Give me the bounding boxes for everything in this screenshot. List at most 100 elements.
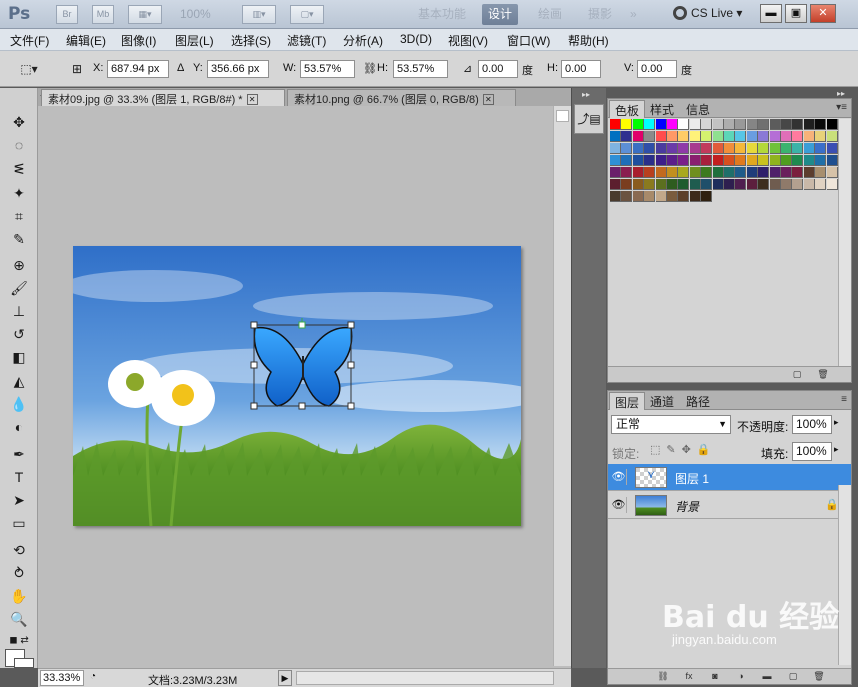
color-swatch[interactable] (792, 155, 804, 166)
color-swatch[interactable] (746, 155, 758, 166)
color-swatch[interactable] (758, 179, 770, 190)
workspace-design[interactable]: 设计 (482, 4, 519, 25)
color-swatch[interactable] (689, 143, 701, 154)
color-swatch[interactable] (826, 179, 838, 190)
bridge-button[interactable]: Br (56, 5, 78, 24)
visibility-eye-icon[interactable]: 👁 (611, 469, 627, 485)
color-swatch[interactable] (678, 155, 690, 166)
color-swatch[interactable] (769, 179, 781, 190)
color-swatch[interactable] (792, 167, 804, 178)
color-swatch[interactable] (632, 167, 644, 178)
color-swatch[interactable] (689, 155, 701, 166)
color-swatch[interactable] (803, 179, 815, 190)
healing-brush-tool-icon[interactable]: ⊕ (8, 255, 30, 275)
menu-edit[interactable]: 编辑(E) (66, 32, 106, 49)
menu-3d[interactable]: 3D(D) (400, 32, 432, 46)
color-swatch[interactable] (621, 167, 633, 178)
cs-live-button[interactable]: CS Live ▾ (673, 6, 742, 20)
close-button[interactable]: ✕ (810, 4, 836, 23)
eyedropper-tool-icon[interactable]: ✎ (8, 229, 30, 249)
rectangle-tool-icon[interactable]: ▭ (8, 513, 30, 533)
expand-dock-icon[interactable]: ▸▸ (582, 90, 590, 99)
color-swatch[interactable] (621, 143, 633, 154)
3d-rotate-tool-icon[interactable]: ⟲ (8, 540, 30, 560)
status-menu-arrow-icon[interactable]: ▶ (278, 670, 292, 686)
color-swatch[interactable] (803, 131, 815, 142)
color-swatch[interactable] (769, 155, 781, 166)
color-swatch[interactable] (621, 131, 633, 142)
color-swatch[interactable] (815, 119, 827, 130)
color-swatch[interactable] (781, 167, 792, 178)
color-swatch[interactable] (746, 167, 758, 178)
color-swatch[interactable] (701, 131, 713, 142)
menu-view[interactable]: 视图(V) (448, 32, 488, 49)
color-swatch[interactable] (632, 179, 644, 190)
vertical-scrollbar[interactable] (553, 106, 571, 666)
color-swatch[interactable] (735, 119, 747, 130)
color-swatch[interactable] (826, 143, 838, 154)
menu-analysis[interactable]: 分析(A) (343, 32, 383, 49)
color-swatch[interactable] (655, 167, 667, 178)
color-swatch[interactable] (678, 131, 690, 142)
color-swatch[interactable] (758, 143, 770, 154)
color-swatch[interactable] (701, 143, 713, 154)
relative-position-icon[interactable]: Δ (177, 62, 184, 74)
lasso-tool-icon[interactable]: ᓬ (8, 159, 30, 179)
color-swatch[interactable] (712, 131, 724, 142)
color-swatch[interactable] (781, 143, 792, 154)
blur-tool-icon[interactable]: 💧 (8, 394, 30, 414)
color-swatch[interactable] (678, 179, 690, 190)
color-swatch[interactable] (735, 143, 747, 154)
opacity-slider-arrow-icon[interactable]: ▸ (834, 417, 839, 428)
color-swatch[interactable] (632, 155, 644, 166)
panel-menu-icon[interactable]: ≡ (841, 394, 847, 405)
color-swatch[interactable] (644, 167, 656, 178)
menu-layer[interactable]: 图层(L) (175, 32, 214, 49)
width-scale-input[interactable]: 53.57% (300, 60, 355, 78)
opacity-input[interactable]: 100% (792, 415, 832, 434)
swap-colors-icon[interactable]: ◼ ⇄ (8, 631, 30, 651)
minibridge-button[interactable]: Mb (92, 5, 114, 24)
color-swatch[interactable] (724, 155, 735, 166)
color-swatch[interactable] (792, 143, 804, 154)
color-swatch[interactable] (701, 155, 713, 166)
panel-menu-icon[interactable]: ▾≡ (836, 102, 847, 113)
color-swatch[interactable] (746, 143, 758, 154)
color-swatch[interactable] (724, 131, 735, 142)
color-swatch[interactable] (667, 131, 678, 142)
color-swatch[interactable] (621, 155, 633, 166)
color-swatch[interactable] (746, 131, 758, 142)
color-swatch[interactable] (644, 155, 656, 166)
zoom-tool-icon[interactable]: 🔍 (8, 609, 30, 629)
color-swatch[interactable] (701, 167, 713, 178)
adjustment-layer-icon[interactable]: ◑ (734, 671, 748, 682)
color-swatch[interactable] (746, 179, 758, 190)
color-swatch[interactable] (769, 167, 781, 178)
color-swatch[interactable] (610, 191, 621, 202)
magic-wand-tool-icon[interactable]: ✦ (8, 183, 30, 203)
color-swatch[interactable] (826, 155, 838, 166)
color-swatch[interactable] (826, 131, 838, 142)
link-layers-icon[interactable]: ⛓ (656, 671, 670, 682)
new-swatch-icon[interactable]: ▢ (790, 369, 804, 380)
workspace-essentials[interactable]: 基本功能 (412, 4, 472, 25)
color-swatch[interactable] (758, 167, 770, 178)
color-swatch[interactable] (667, 155, 678, 166)
fill-input[interactable]: 100% (792, 442, 832, 461)
color-swatch[interactable] (712, 119, 724, 130)
color-swatch[interactable] (815, 167, 827, 178)
3d-orbit-tool-icon[interactable]: ⥁ (8, 563, 30, 583)
color-swatch[interactable] (667, 191, 678, 202)
color-swatch[interactable] (815, 179, 827, 190)
color-swatch[interactable] (644, 191, 656, 202)
tab-channels[interactable]: 通道 (645, 392, 679, 410)
tab-swatches[interactable]: 色板 (609, 100, 646, 118)
path-selection-tool-icon[interactable]: ➤ (8, 490, 30, 510)
color-swatch[interactable] (724, 143, 735, 154)
eraser-tool-icon[interactable]: ◧ (8, 347, 30, 367)
transform-tool-preset-icon[interactable]: ⬚▾ (19, 59, 39, 79)
color-swatch[interactable] (667, 119, 678, 130)
delete-layer-icon[interactable]: 🗑 (812, 671, 826, 682)
restore-button[interactable]: ▣ (785, 4, 807, 23)
color-swatch[interactable] (781, 131, 792, 142)
